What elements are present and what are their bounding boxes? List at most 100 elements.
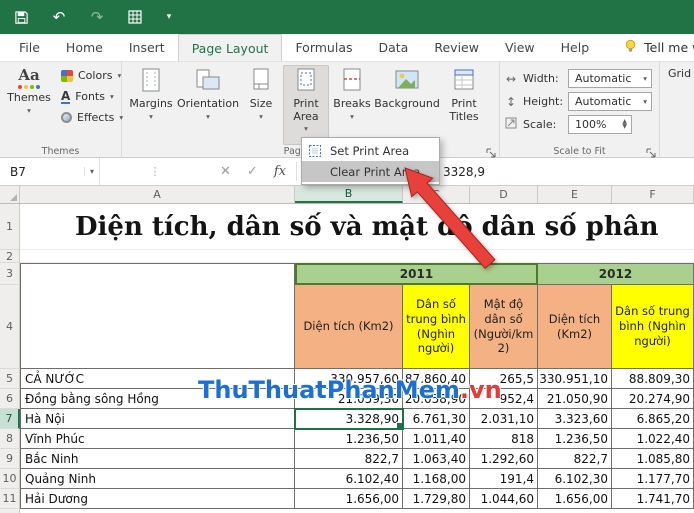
row-header[interactable]: 8 [0,429,20,449]
tab-file[interactable]: File [6,34,53,61]
cell-dien-tich-2011[interactable]: 822,7 [295,449,403,469]
name-box[interactable]: B7 ▾ [0,158,100,185]
row-header[interactable]: 11 [0,489,20,509]
empty-cell[interactable] [20,250,694,263]
cell-dan-so-2012[interactable]: 1.741,70 [612,489,694,509]
cell-dan-so-2012[interactable]: 20.274,90 [612,389,694,409]
cell-region-name[interactable]: Hà Nội [20,409,295,429]
margins-button[interactable]: Margins ▾ [127,65,175,145]
cell-dien-tich-2011[interactable]: 3.328,90 [295,409,403,429]
cell-mat-do-2011[interactable]: 952,4 [470,389,538,409]
row-header[interactable]: 4 [0,285,20,369]
cell-dan-so-2012[interactable]: 1.177,70 [612,469,694,489]
row-header[interactable]: 7 [0,409,20,429]
column-header-f[interactable]: F [612,186,694,203]
row-header[interactable]: 2 [0,250,20,263]
cell-dan-so-2012[interactable]: 6.865,20 [612,409,694,429]
tell-me-box[interactable]: Tell me what you [624,34,694,61]
print-titles-button[interactable]: Print Titles [441,65,487,145]
formula-bar-splitter[interactable]: ⋮ [100,158,210,185]
undo-icon[interactable]: ↶ [50,8,68,26]
background-button[interactable]: Background [375,65,439,145]
tab-home[interactable]: Home [53,34,116,61]
cell-dien-tich-2012[interactable]: 1.656,00 [538,489,612,509]
menu-item-set-print-area[interactable]: Set Print Area [302,140,439,161]
cell-dan-so-2012[interactable]: 1.022,40 [612,429,694,449]
column-header-c[interactable]: C [403,186,470,203]
cell-region-name[interactable]: Vĩnh Phúc [20,429,295,449]
row-header[interactable]: 10 [0,469,20,489]
orientation-button[interactable]: Orientation ▾ [177,65,239,145]
customize-quick-access-icon[interactable]: ▾ [164,8,174,26]
fonts-button[interactable]: A Fonts ▾ [56,86,128,107]
cell-region-name[interactable]: CẢ NƯỚC [20,369,295,389]
select-all-corner[interactable] [0,186,20,203]
empty-cell[interactable] [20,263,295,369]
cancel-icon[interactable]: ✕ [220,164,231,179]
insert-function-button[interactable]: fx [274,164,286,179]
print-area-button[interactable]: Print Area ▾ [283,65,329,145]
header-cell-dien-tich[interactable]: Diện tích (Km2) [295,285,403,369]
redo-icon[interactable]: ↷ [88,8,106,26]
tab-formulas[interactable]: Formulas [282,34,365,61]
cell-dan-so-2012[interactable]: 1.085,80 [612,449,694,469]
column-header-e[interactable]: E [538,186,612,203]
tab-insert[interactable]: Insert [116,34,178,61]
size-button[interactable]: Size ▾ [241,65,281,145]
year-band-2012[interactable]: 2012 [538,263,694,285]
cell-dan-so-2011[interactable]: 87.860,40 [403,369,470,389]
cell-mat-do-2011[interactable]: 265,5 [470,369,538,389]
cell-dien-tich-2012[interactable]: 3.323,60 [538,409,612,429]
effects-button[interactable]: Effects ▾ [56,107,128,128]
cell-dan-so-2011[interactable]: 6.761,30 [403,409,470,429]
year-band-2011[interactable]: 2011 [295,263,538,285]
cell-region-name[interactable]: Quảng Ninh [20,469,295,489]
width-select[interactable]: Automatic ▾ [568,69,652,88]
save-icon[interactable] [12,8,30,26]
table-icon[interactable] [126,8,144,26]
row-header[interactable]: 3 [0,263,20,285]
cell-dan-so-2012[interactable]: 88.809,30 [612,369,694,389]
cell-dan-so-2011[interactable]: 1.011,40 [403,429,470,449]
page-setup-dialog-launcher-icon[interactable] [485,144,497,156]
cell-dien-tich-2012[interactable]: 330.951,10 [538,369,612,389]
header-cell-dien-tich-2012[interactable]: Diện tích (Km2) [538,285,612,369]
menu-item-clear-print-area[interactable]: Clear Print Area [302,161,439,182]
cell-dien-tich-2011[interactable]: 330.957,60 [295,369,403,389]
tab-page-layout[interactable]: Page Layout [178,34,283,61]
row-header[interactable]: 6 [0,389,20,409]
row-header[interactable]: 1 [0,204,20,250]
cell-region-name[interactable]: Bắc Ninh [20,449,295,469]
tab-review[interactable]: Review [421,34,492,61]
row-header[interactable]: 5 [0,369,20,389]
enter-icon[interactable]: ✓ [247,164,258,179]
cell-dan-so-2011[interactable]: 1.063,40 [403,449,470,469]
column-header-b[interactable]: B [295,186,403,203]
header-cell-dan-so-2012[interactable]: Dân số trung bình (Nghìn người) [612,285,694,369]
scale-spinner[interactable]: 100% ▲▼ [568,115,632,134]
sheet-title-cell[interactable]: Diện tích, dân số và mật độ dân số phân [20,204,694,250]
cell-region-name[interactable]: Đồng bằng sông Hồng [20,389,295,409]
cell-dien-tich-2011[interactable]: 1.656,00 [295,489,403,509]
header-cell-dan-so[interactable]: Dân số trung bình (Nghìn người) [403,285,470,369]
cell-mat-do-2011[interactable]: 818 [470,429,538,449]
themes-button[interactable]: Aa Themes ▾ [5,65,53,145]
cell-mat-do-2011[interactable]: 1.292,60 [470,449,538,469]
tab-help[interactable]: Help [548,34,603,61]
cell-dien-tich-2012[interactable]: 6.102,30 [538,469,612,489]
colors-button[interactable]: Colors ▾ [56,65,128,86]
row-header[interactable]: 9 [0,449,20,469]
scale-to-fit-dialog-launcher-icon[interactable] [645,144,657,156]
cell-dien-tich-2011[interactable]: 1.236,50 [295,429,403,449]
column-header-a[interactable]: A [20,186,295,203]
height-select[interactable]: Automatic ▾ [568,92,652,111]
cell-mat-do-2011[interactable]: 1.044,60 [470,489,538,509]
cell-dan-so-2011[interactable]: 1.168,00 [403,469,470,489]
cell-dien-tich-2012[interactable]: 822,7 [538,449,612,469]
cell-dien-tich-2011[interactable]: 6.102,40 [295,469,403,489]
tab-view[interactable]: View [492,34,548,61]
cell-region-name[interactable]: Hải Dương [20,489,295,509]
spinner-arrows-icon[interactable]: ▲▼ [622,120,627,130]
cell-dien-tich-2012[interactable]: 1.236,50 [538,429,612,449]
cell-dan-so-2011[interactable]: 1.729,80 [403,489,470,509]
